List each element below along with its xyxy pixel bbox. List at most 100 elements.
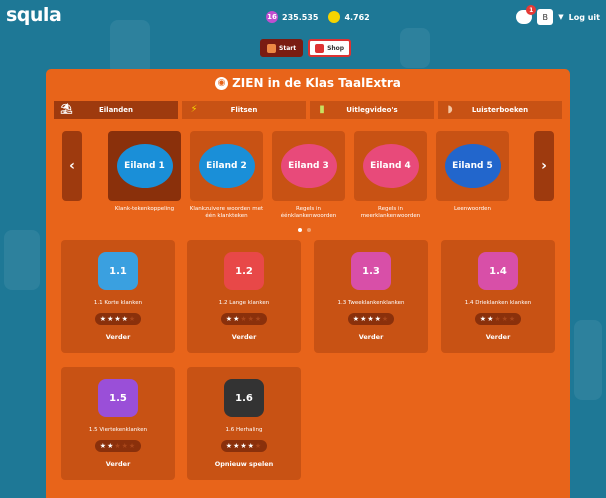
lesson-card[interactable]: 1.6 1.6 Herhaling ★★★★★ Opnieuw spelen — [187, 367, 301, 480]
island-tile: Eiland 3 — [272, 131, 345, 201]
star-icon: ★ — [381, 315, 390, 323]
carousel-next-button[interactable]: › — [534, 131, 554, 201]
tab-bar: ⛱ Eilanden ⚡ Flitsen ▮ Uitlegvideo's ◗ L… — [54, 101, 562, 119]
tab-uitlegvideos[interactable]: ▮ Uitlegvideo's — [310, 101, 434, 119]
lesson-badge: 1.6 — [224, 379, 264, 417]
points-badge: 16 — [266, 11, 278, 23]
star-rating: ★★★★★ — [94, 440, 142, 452]
lesson-badge: 1.2 — [224, 252, 264, 290]
user-controls: 1 B ▼ Log uit — [516, 5, 600, 25]
page-dot[interactable] — [298, 228, 302, 232]
lesson-card[interactable]: 1.1 1.1 Korte klanken ★★★★★ Verder — [61, 240, 175, 353]
tab-label: Uitlegvideo's — [346, 106, 398, 114]
star-icon: ★ — [99, 442, 108, 450]
lesson-action-link[interactable]: Verder — [486, 333, 511, 341]
tab-label: Eilanden — [98, 106, 134, 114]
star-icon: ★ — [114, 315, 122, 323]
tab-eilanden[interactable]: ⛱ Eilanden — [54, 101, 178, 119]
star-rating: ★★★★★ — [474, 313, 522, 325]
island-tile: Eiland 5 — [436, 131, 509, 201]
star-icon: ★ — [240, 442, 248, 450]
star-icon: ★ — [121, 442, 129, 450]
top-bar: squla 16 235.535 4.762 1 B ▼ Log uit — [0, 0, 606, 40]
star-rating: ★★★★★ — [220, 440, 268, 452]
start-label: Start — [279, 44, 297, 52]
start-button[interactable]: Start — [260, 39, 304, 57]
island-item[interactable]: Eiland 1 Klank-tekenkoppeling — [108, 131, 181, 220]
lesson-badge: 1.4 — [478, 252, 518, 290]
panel-title-text: ZIEN in de Klas TaalExtra — [232, 76, 401, 90]
island-tile: Eiland 4 — [354, 131, 427, 201]
star-icon: ★ — [479, 315, 488, 323]
shop-button[interactable]: Shop — [308, 39, 352, 57]
island-item[interactable]: Eiland 5 Leenwoorden — [436, 131, 509, 220]
island-badge: Eiland 5 — [444, 144, 501, 188]
lesson-name: 1.4 Drieklanken klanken — [464, 300, 532, 306]
star-icon: ★ — [99, 315, 108, 323]
page-title: ◉ ZIEN in de Klas TaalExtra — [46, 76, 570, 90]
lesson-action-link[interactable]: Verder — [232, 333, 257, 341]
island-badge: Eiland 2 — [198, 144, 255, 188]
island-icon: ⛱ — [60, 104, 73, 115]
islands-carousel: Eiland 1 Klank-tekenkoppeling Eiland 2 K… — [108, 131, 509, 220]
island-tile: Eiland 1 — [108, 131, 181, 201]
coin-icon — [328, 11, 341, 23]
lesson-card[interactable]: 1.2 1.2 Lange klanken ★★★★★ Verder — [187, 240, 301, 353]
carousel-prev-button[interactable]: ‹ — [62, 131, 82, 201]
island-tile: Eiland 2 — [190, 131, 263, 201]
island-badge: Eiland 3 — [280, 144, 337, 188]
star-icon: ★ — [352, 315, 361, 323]
messages-icon[interactable]: 1 — [516, 5, 537, 24]
lesson-name: 1.1 Korte klanken — [93, 300, 143, 306]
lesson-action-link[interactable]: Verder — [359, 333, 384, 341]
star-icon: ★ — [225, 442, 234, 450]
island-name: Regels in éénklankenwoorden — [280, 206, 337, 219]
coins-value: 4.762 — [344, 12, 370, 22]
tab-flitsen[interactable]: ⚡ Flitsen — [182, 101, 306, 119]
island-name: Klankzuivere woorden met één klankteken — [189, 206, 264, 219]
star-rating: ★★★★★ — [347, 313, 395, 325]
star-icon: ★ — [501, 315, 509, 323]
island-item[interactable]: Eiland 4 Regels in meerklankenwoorden — [354, 131, 427, 220]
star-icon: ★ — [121, 315, 129, 323]
island-item[interactable]: Eiland 3 Regels in éénklankenwoorden — [272, 131, 345, 220]
star-rating: ★★★★★ — [94, 313, 142, 325]
star-icon: ★ — [247, 442, 255, 450]
star-icon: ★ — [367, 315, 375, 323]
star-icon: ★ — [254, 442, 263, 450]
course-panel: ◉ ZIEN in de Klas TaalExtra ⛱ Eilanden ⚡ … — [46, 69, 570, 498]
island-name: Regels in meerklankenwoorden — [360, 206, 421, 219]
logout-link[interactable]: Log uit — [569, 13, 600, 22]
lesson-name: 1.2 Lange klanken — [218, 300, 270, 306]
lesson-card[interactable]: 1.4 1.4 Drieklanken klanken ★★★★★ Verder — [441, 240, 555, 353]
island-item[interactable]: Eiland 2 Klankzuivere woorden met één kl… — [190, 131, 263, 220]
island-badge: Eiland 4 — [362, 144, 419, 188]
squla-logo[interactable]: squla — [6, 4, 62, 26]
lesson-card[interactable]: 1.3 1.3 Tweeklankenklanken ★★★★★ Verder — [314, 240, 428, 353]
star-icon: ★ — [374, 315, 382, 323]
star-icon: ★ — [247, 315, 255, 323]
tab-luisterboeken[interactable]: ◗ Luisterboeken — [438, 101, 562, 119]
background-decoration — [4, 230, 40, 290]
lightning-icon: ⚡ — [190, 104, 198, 115]
star-icon: ★ — [114, 442, 122, 450]
island-name: Leenwoorden — [454, 206, 491, 212]
lesson-badge: 1.5 — [98, 379, 138, 417]
star-icon: ★ — [225, 315, 234, 323]
lesson-name: 1.5 Viertekenklanken — [88, 427, 148, 433]
lesson-card[interactable]: 1.5 1.5 Viertekenklanken ★★★★★ Verder — [61, 367, 175, 480]
page-dot[interactable] — [307, 228, 311, 232]
shop-label: Shop — [327, 44, 345, 52]
lesson-action-link[interactable]: Verder — [106, 460, 131, 468]
lesson-action-link[interactable]: Opnieuw spelen — [215, 460, 274, 468]
eye-icon: ◉ — [215, 77, 229, 90]
star-icon: ★ — [508, 315, 517, 323]
lesson-badge: 1.3 — [351, 252, 391, 290]
avatar[interactable]: B — [537, 9, 554, 25]
messages-badge: 1 — [526, 5, 537, 15]
star-icon: ★ — [254, 315, 263, 323]
star-icon: ★ — [128, 442, 137, 450]
background-decoration — [574, 320, 602, 400]
lesson-action-link[interactable]: Verder — [106, 333, 131, 341]
chevron-down-icon[interactable]: ▼ — [558, 13, 563, 21]
